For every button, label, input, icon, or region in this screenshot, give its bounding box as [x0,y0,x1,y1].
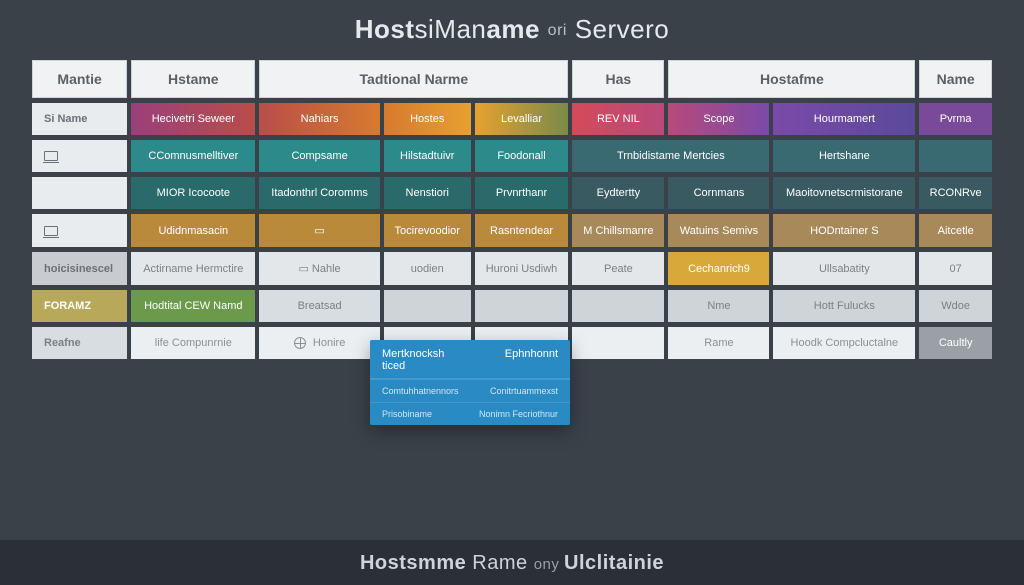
cell: Hertshane [773,140,915,172]
cell: Wdoe [919,290,992,322]
popup-row: Prisobiname Nonimn Fecriothnur [370,402,570,425]
footer-title: Hostsmme Rame ony Ulclitainie [0,540,1024,585]
table-row: Udidnmasacin ▭ Tocirevoodior Rasntendear… [32,214,992,247]
cell: Actirname Hermctire [131,252,255,285]
comparison-table: Mantie Hstame Tadtional Narme Has Hostaf… [0,55,1024,364]
cell: Maoitovnetscrmistorane [773,177,915,209]
cell: Nahiars [259,103,379,135]
col-header: Name [919,60,992,98]
cell [919,140,992,172]
col-header: Tadtional Narme [259,60,568,98]
cell: Pvrma [919,103,992,135]
col-header: Mantie [32,60,127,98]
cell: Aitcetle [919,214,992,247]
cell: Tocirevoodior [384,214,471,247]
cell [475,290,569,322]
cell: MIOR Icocoote [131,177,255,209]
cell: Hodtital CEW Namd [131,290,255,322]
cell [384,290,471,322]
popup-row: Comtuhhatnennors Conitrtuammexst [370,379,570,402]
cell: Hourmamert [773,103,915,135]
popup-header: Mertknocksh ticed Ephnhonnt [370,340,570,379]
cell: Cornmans [668,177,769,209]
row-label [32,140,127,172]
col-header: Hstame [131,60,255,98]
cell: Honire [259,327,379,359]
cell: life Compunrnie [131,327,255,359]
cell: Nme [668,290,769,322]
cell: RCONRve [919,177,992,209]
col-header: Has [572,60,664,98]
cell [572,290,664,322]
cell: M Chillsmanre [572,214,664,247]
cell: Peate [572,252,664,285]
cell: Hecivetri Seweer [131,103,255,135]
table-row: CComnusmelltiver Compsame Hilstadtuivr F… [32,140,992,172]
row-label [32,214,127,247]
cell: Hostes [384,103,471,135]
cell: Breatsad [259,290,379,322]
row-label: hoicisinescel [32,252,127,285]
cell: Udidnmasacin [131,214,255,247]
table-header-row: Mantie Hstame Tadtional Narme Has Hostaf… [32,60,992,98]
cell: HODntainer S [773,214,915,247]
cell: ▭ [259,214,379,247]
table-row: FORAMZ Hodtital CEW Namd Breatsad Nme Ho… [32,290,992,322]
cell: Trnbidistame Mertcies [572,140,769,172]
cell: Rasntendear [475,214,569,247]
cell: ▭ Nahle [259,252,379,285]
table-row: Si Name Hecivetri Seweer Nahiars Hostes … [32,103,992,135]
cell: 07 [919,252,992,285]
cell: Caultly [919,327,992,359]
cell: CComnusmelltiver [131,140,255,172]
row-label [32,177,127,209]
cell: Rame [668,327,769,359]
laptop-icon [44,226,58,236]
page-title: HostsiManame ori Servero [0,0,1024,55]
cell: Hoodk Compcluctalne [773,327,915,359]
cell: Scope [668,103,769,135]
cell: Nenstiori [384,177,471,209]
cell: Foodonall [475,140,569,172]
cell: Levalliar [475,103,569,135]
globe-icon [294,337,306,349]
cell: uodien [384,252,471,285]
cell: Eydtertty [572,177,664,209]
cell [572,327,664,359]
cell: REV NIL [572,103,664,135]
col-header: Hostafme [668,60,915,98]
row-label: FORAMZ [32,290,127,322]
laptop-icon [44,151,58,161]
cell: Ullsabatity [773,252,915,285]
cell: Compsame [259,140,379,172]
table-row: MIOR Icocoote Itadonthrl Coromms Nenstio… [32,177,992,209]
cell: Hott Fulucks [773,290,915,322]
cell: Itadonthrl Coromms [259,177,379,209]
row-label: Reafne [32,327,127,359]
row-label: Si Name [32,103,127,135]
cell: Watuins Semivs [668,214,769,247]
table-row: hoicisinescel Actirname Hermctire ▭ Nahl… [32,252,992,285]
cell: Cechanrich9 [668,252,769,285]
cell: Prvnrthanr [475,177,569,209]
cell: Hilstadtuivr [384,140,471,172]
cell: Huroni Usdiwh [475,252,569,285]
tooltip-popup: Mertknocksh ticed Ephnhonnt Comtuhhatnen… [370,340,570,425]
